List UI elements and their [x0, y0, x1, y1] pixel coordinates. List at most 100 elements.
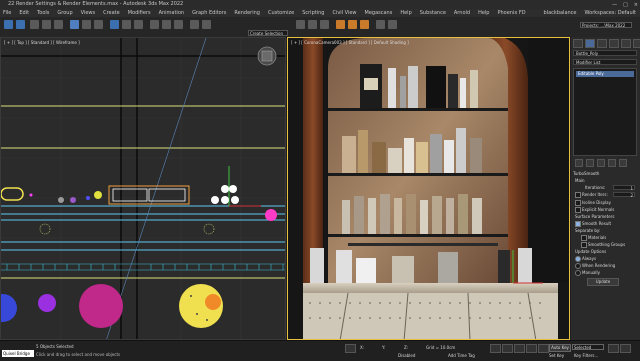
snaps-toggle-icon[interactable]: [150, 20, 159, 29]
zoom-icon[interactable]: [608, 344, 619, 353]
lock-selection-icon[interactable]: [345, 344, 356, 353]
object-name-field[interactable]: Bottle_Poly: [573, 50, 637, 56]
link-icon[interactable]: [30, 20, 39, 29]
menu-group[interactable]: Group: [57, 9, 72, 17]
menu-civil-view[interactable]: Civil View: [332, 9, 356, 17]
render-production-icon[interactable]: [360, 20, 369, 29]
user-account[interactable]: blackbalance: [544, 9, 577, 17]
angle-snap-icon[interactable]: [162, 20, 171, 29]
play-icon[interactable]: [514, 344, 525, 353]
render-frame-icon[interactable]: [348, 20, 357, 29]
menu-modifiers[interactable]: Modifiers: [128, 9, 151, 17]
align-icon[interactable]: [202, 20, 211, 29]
menu-edit[interactable]: Edit: [19, 9, 29, 17]
modify-tab-icon[interactable]: [585, 39, 595, 48]
go-to-end-icon[interactable]: [538, 344, 549, 353]
smooth-result-checkbox[interactable]: [575, 221, 581, 227]
auto-key-button[interactable]: Auto Key: [549, 344, 571, 352]
unlink-icon[interactable]: [42, 20, 51, 29]
rotate-icon[interactable]: [122, 20, 131, 29]
go-to-start-icon[interactable]: [490, 344, 501, 353]
percent-snap-icon[interactable]: [174, 20, 183, 29]
bind-space-warp-icon[interactable]: [54, 20, 63, 29]
iterations-spinner[interactable]: 1: [613, 185, 635, 191]
curve-editor-icon[interactable]: [296, 20, 305, 29]
isoline-label: Isoline Display: [582, 200, 611, 205]
modifier-list-dropdown[interactable]: Modifier List: [573, 59, 637, 65]
arnold-icon[interactable]: [388, 20, 397, 29]
materials-checkbox[interactable]: [581, 235, 587, 241]
menu-substance[interactable]: Substance: [420, 9, 446, 17]
isoline-checkbox[interactable]: [575, 200, 581, 206]
menu-tools[interactable]: Tools: [37, 9, 49, 17]
menu-phoenix-fd[interactable]: Phoenix FD: [497, 9, 525, 17]
scale-icon[interactable]: [134, 20, 143, 29]
menu-create[interactable]: Create: [103, 9, 120, 17]
selection-set-dropdown[interactable]: Create Selection Se: [248, 30, 288, 42]
render-iters-spinner[interactable]: 2: [613, 192, 635, 198]
menu-file[interactable]: File: [3, 9, 11, 17]
menu-views[interactable]: Views: [81, 9, 95, 17]
render-setup-icon[interactable]: [336, 20, 345, 29]
corona-icon[interactable]: [376, 20, 385, 29]
x-coord-label: X:: [360, 345, 365, 350]
selected-dropdown[interactable]: Selected: [572, 344, 604, 350]
set-key-button[interactable]: Set Key: [549, 353, 564, 358]
main-label: Main: [575, 178, 585, 183]
material-editor-icon[interactable]: [320, 20, 329, 29]
render-iters-checkbox[interactable]: [575, 192, 581, 198]
display-tab-icon[interactable]: [621, 39, 631, 48]
viewport-label-camera[interactable]: [ + ] [ CoronaCamera003 ] [ Standard ] […: [291, 40, 409, 45]
always-radio[interactable]: [575, 256, 581, 262]
update-button[interactable]: Update: [587, 278, 619, 286]
redo-icon[interactable]: [16, 20, 25, 29]
menu-megascans[interactable]: Megascans: [365, 9, 393, 17]
menu-help[interactable]: Help: [400, 9, 411, 17]
mirror-icon[interactable]: [190, 20, 199, 29]
motion-tab-icon[interactable]: [609, 39, 619, 48]
viewport-top[interactable]: [ + ] [ Top ] [ Standard ] [ Wireframe ]: [0, 37, 286, 340]
menu-graph-editors[interactable]: Graph Editors: [192, 9, 226, 17]
manually-label: Manually: [582, 270, 601, 275]
stack-item-editable-poly[interactable]: Editable Poly: [576, 71, 634, 77]
show-end-result-icon[interactable]: [586, 159, 594, 167]
hierarchy-tab-icon[interactable]: [597, 39, 607, 48]
manually-radio[interactable]: [575, 270, 581, 276]
when-rendering-radio[interactable]: [575, 263, 581, 269]
viewport-camera[interactable]: [ + ] [ CoronaCamera003 ] [ Standard ] […: [287, 37, 570, 340]
configure-sets-icon[interactable]: [619, 159, 627, 167]
top-wireframe-canvas: [1, 38, 285, 339]
maxscript-listener[interactable]: Quixel Bridge: [2, 350, 34, 357]
explicit-normals-checkbox[interactable]: [575, 207, 581, 213]
pin-stack-icon[interactable]: [575, 159, 583, 167]
smoothing-groups-checkbox[interactable]: [581, 242, 587, 248]
menu-arnold[interactable]: Arnold: [454, 9, 470, 17]
menu-help-2[interactable]: Help: [478, 9, 489, 17]
rect-select-icon[interactable]: [94, 20, 103, 29]
menu-customize[interactable]: Customize: [268, 9, 294, 17]
project-dropdown[interactable]: Projects: ...\Max 2022: [580, 22, 632, 28]
modifier-stack[interactable]: Editable Poly: [573, 68, 637, 156]
add-time-tag[interactable]: Add Time Tag: [448, 353, 475, 358]
workspace-select[interactable]: Workspaces: Default: [585, 9, 640, 17]
move-icon[interactable]: [110, 20, 119, 29]
utilities-tab-icon[interactable]: [633, 39, 640, 48]
select-object-icon[interactable]: [70, 20, 79, 29]
remove-modifier-icon[interactable]: [608, 159, 616, 167]
prev-frame-icon[interactable]: [502, 344, 513, 353]
viewport-label-top[interactable]: [ + ] [ Top ] [ Standard ] [ Wireframe ]: [4, 40, 80, 45]
create-tab-icon[interactable]: [573, 39, 583, 48]
next-frame-icon[interactable]: [526, 344, 537, 353]
key-filters-button[interactable]: Key Filters...: [574, 353, 598, 358]
menu-animation[interactable]: Animation: [159, 9, 185, 17]
menu-rendering[interactable]: Rendering: [234, 9, 260, 17]
make-unique-icon[interactable]: [597, 159, 605, 167]
select-by-name-icon[interactable]: [82, 20, 91, 29]
schematic-view-icon[interactable]: [308, 20, 317, 29]
undo-icon[interactable]: [4, 20, 13, 29]
menu-scripting[interactable]: Scripting: [302, 9, 324, 17]
rollout-title[interactable]: TurboSmooth: [573, 171, 599, 176]
pan-icon[interactable]: [620, 344, 631, 353]
enabled-status[interactable]: Disabled: [398, 353, 415, 358]
status-bar: Quixel Bridge 5 Objects Selected Click a…: [0, 340, 640, 361]
